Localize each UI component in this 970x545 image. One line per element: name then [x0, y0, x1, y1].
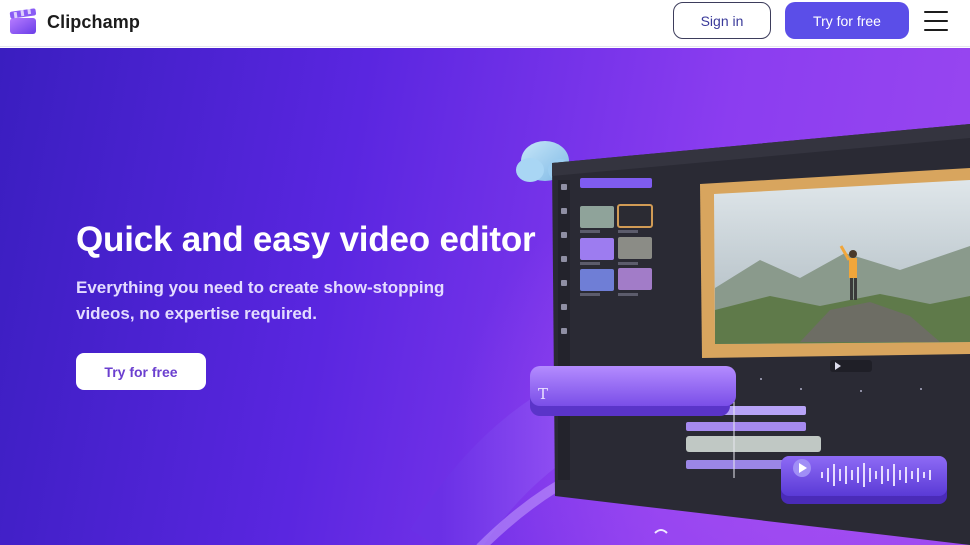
svg-text:T: T [538, 385, 548, 403]
audio-block [781, 456, 947, 504]
sign-in-button[interactable]: Sign in [673, 2, 771, 39]
hero-subtitle: Everything you need to create show-stopp… [76, 278, 445, 323]
menu-bar [924, 11, 948, 13]
site-header: Clipchamp Sign in Try for free [0, 0, 970, 47]
brand-name: Clipchamp [47, 11, 140, 32]
try-for-free-hero-button[interactable]: Try for free [76, 353, 206, 390]
hero-title: Quick and easy video editor [76, 220, 536, 259]
menu-bar [924, 29, 948, 31]
hamburger-menu-icon[interactable] [922, 9, 950, 33]
try-for-free-header-button[interactable]: Try for free [785, 2, 909, 39]
brand-link[interactable]: Clipchamp [8, 6, 140, 38]
clipchamp-logo-icon [8, 7, 38, 36]
menu-bar [924, 20, 948, 22]
hero-section: T Quick and easy video editor Everything… [0, 48, 970, 545]
text-tool-block: T [530, 366, 736, 416]
